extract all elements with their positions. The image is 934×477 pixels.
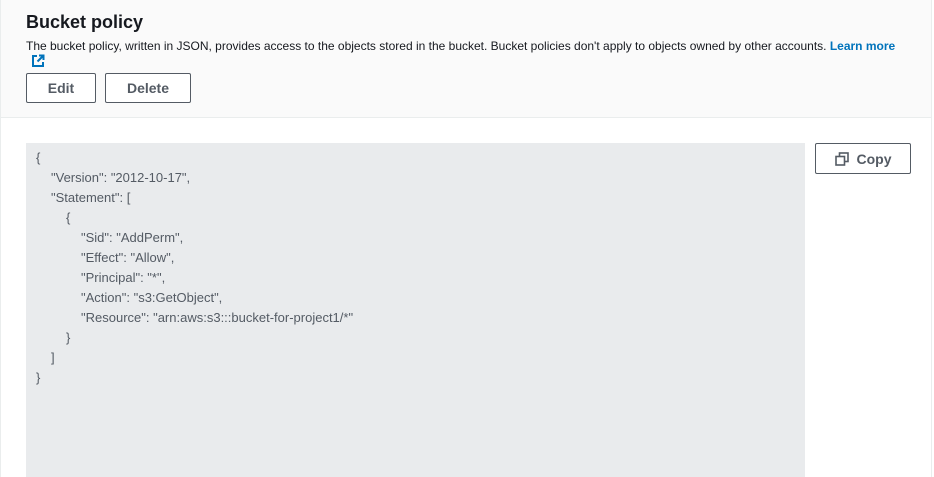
code-line: }: [36, 370, 41, 385]
code-line: "Action": "s3:GetObject",: [81, 290, 223, 305]
learn-more-link[interactable]: Learn more: [830, 39, 895, 53]
code-line: {: [36, 150, 41, 165]
bucket-policy-panel: Bucket policy The bucket policy, written…: [0, 0, 932, 477]
code-line: ]: [51, 350, 55, 365]
code-line: "Effect": "Allow",: [81, 250, 175, 265]
copy-label: Copy: [856, 150, 892, 167]
delete-button[interactable]: Delete: [105, 73, 191, 103]
panel-header: Bucket policy The bucket policy, written…: [1, 0, 931, 118]
external-link-icon[interactable]: [31, 54, 47, 70]
copy-button[interactable]: Copy: [815, 143, 911, 174]
code-line: "Version": "2012-10-17",: [51, 170, 191, 185]
policy-description: The bucket policy, written in JSON, prov…: [26, 39, 921, 53]
policy-json-viewer: { "Version": "2012-10-17", "Statement": [ {…: [26, 143, 805, 477]
code-line: {: [66, 210, 71, 225]
description-text: The bucket policy, written in JSON, prov…: [26, 39, 830, 53]
edit-button[interactable]: Edit: [26, 73, 96, 103]
code-line: "Principal": "*",: [81, 270, 166, 285]
code-line: "Sid": "AddPerm",: [81, 230, 184, 245]
page-title: Bucket policy: [26, 12, 144, 32]
code-line: "Resource": "arn:aws:s3:::bucket-for-pro…: [81, 310, 354, 325]
code-line: }: [66, 330, 71, 345]
copy-icon: [834, 151, 849, 166]
code-line: "Statement": [: [51, 190, 131, 205]
